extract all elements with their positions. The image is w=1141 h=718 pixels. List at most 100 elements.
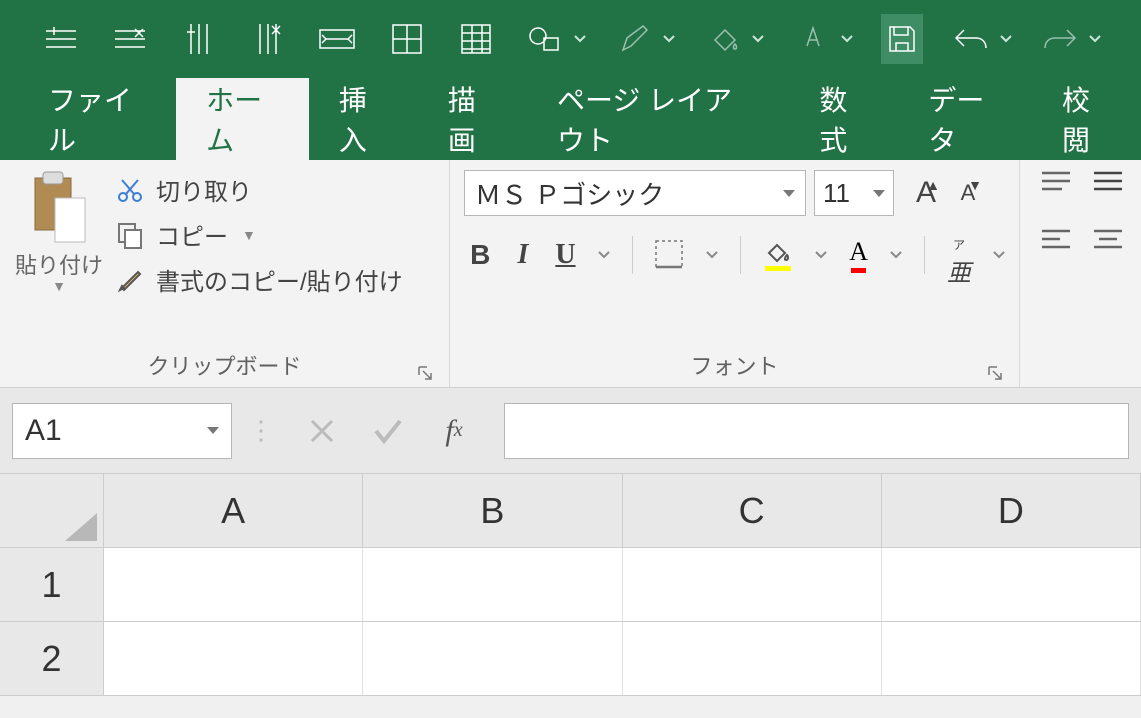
qat-autofit-icon[interactable] bbox=[317, 14, 358, 64]
cell-D2[interactable] bbox=[882, 622, 1141, 695]
separator bbox=[740, 236, 741, 274]
insert-function-button[interactable]: fx bbox=[436, 413, 472, 449]
bold-button[interactable]: B bbox=[470, 238, 491, 272]
cut-label: 切り取り bbox=[156, 172, 252, 207]
select-all-corner[interactable] bbox=[0, 474, 104, 547]
font-group-label: フォント bbox=[690, 349, 778, 381]
copy-button[interactable]: コピー ▼ bbox=[114, 217, 403, 252]
cell-A2[interactable] bbox=[104, 622, 363, 695]
font-size-select[interactable]: 11 bbox=[814, 170, 894, 216]
cell-B2[interactable] bbox=[363, 622, 622, 695]
format-painter-button[interactable]: 書式のコピー/貼り付け bbox=[114, 262, 403, 297]
copy-dropdown-icon[interactable]: ▼ bbox=[242, 227, 256, 243]
phonetic-dropdown-icon[interactable] bbox=[993, 251, 1005, 259]
cell-C2[interactable] bbox=[623, 622, 882, 695]
font-color-button[interactable]: A bbox=[849, 237, 868, 273]
qat-pen-dropdown-icon[interactable] bbox=[663, 35, 675, 43]
copy-icon bbox=[114, 219, 146, 251]
chevron-down-icon bbox=[207, 427, 219, 434]
align-top-button[interactable] bbox=[1040, 170, 1074, 200]
qat-shapes-dropdown-icon[interactable] bbox=[574, 35, 586, 43]
cell-C1[interactable] bbox=[623, 548, 882, 621]
qat-redo-dropdown-icon[interactable] bbox=[1089, 35, 1101, 43]
qat-borders-icon[interactable] bbox=[386, 14, 427, 64]
qat-insert-rows-icon[interactable] bbox=[40, 14, 81, 64]
formula-bar: A1 ⋮ fx bbox=[0, 388, 1141, 474]
clipboard-icon bbox=[29, 170, 89, 246]
qat-delete-rows-icon[interactable] bbox=[109, 14, 150, 64]
underline-button[interactable]: U bbox=[555, 238, 576, 272]
spreadsheet-grid: A B C D 1 2 bbox=[0, 474, 1141, 696]
paste-dropdown-icon[interactable]: ▼ bbox=[52, 278, 66, 294]
paintbrush-icon bbox=[114, 264, 146, 296]
chevron-down-icon bbox=[783, 190, 795, 197]
qat-bucket-icon[interactable] bbox=[703, 14, 744, 64]
qat-redo-icon[interactable] bbox=[1040, 14, 1081, 64]
grid-row: 1 bbox=[0, 548, 1141, 622]
separator bbox=[924, 236, 925, 274]
underline-dropdown-icon[interactable] bbox=[598, 251, 610, 259]
decrease-font-button[interactable]: A▼ bbox=[950, 175, 986, 211]
clipboard-group-label: クリップボード bbox=[147, 349, 301, 381]
col-header-C[interactable]: C bbox=[623, 474, 882, 547]
tab-review[interactable]: 校閲 bbox=[1032, 78, 1141, 160]
paste-label: 貼り付け bbox=[15, 248, 103, 280]
formula-input[interactable] bbox=[504, 403, 1129, 459]
tab-file[interactable]: ファイル bbox=[18, 78, 176, 160]
quick-access-toolbar bbox=[0, 0, 1141, 78]
column-headers: A B C D bbox=[0, 474, 1141, 548]
ribbon-tabs: ファイル ホーム 挿入 描画 ページ レイアウト 数式 データ 校閲 bbox=[0, 78, 1141, 160]
borders-button[interactable] bbox=[654, 239, 684, 271]
qat-save-icon[interactable] bbox=[881, 14, 922, 64]
alignment-group bbox=[1020, 160, 1140, 387]
name-box-value: A1 bbox=[25, 414, 62, 448]
clipboard-launcher-icon[interactable] bbox=[417, 361, 435, 379]
fontcolor-dropdown-icon[interactable] bbox=[890, 251, 902, 259]
qat-shapes-icon[interactable] bbox=[525, 14, 566, 64]
font-name-select[interactable]: ＭＳ Ｐゴシック bbox=[464, 170, 806, 216]
cell-D1[interactable] bbox=[882, 548, 1141, 621]
copy-label: コピー bbox=[156, 217, 228, 252]
tab-home[interactable]: ホーム bbox=[176, 78, 309, 160]
qat-insert-cols-icon[interactable] bbox=[178, 14, 219, 64]
separator bbox=[632, 236, 633, 274]
fill-color-button[interactable] bbox=[763, 239, 793, 271]
borders-dropdown-icon[interactable] bbox=[706, 251, 718, 259]
align-middle-button[interactable] bbox=[1092, 170, 1126, 200]
qat-undo-icon[interactable] bbox=[951, 14, 992, 64]
paste-button[interactable]: 貼り付け ▼ bbox=[14, 170, 104, 297]
tab-draw[interactable]: 描画 bbox=[418, 78, 527, 160]
qat-fontcolor-icon[interactable] bbox=[792, 14, 833, 64]
row-header-2[interactable]: 2 bbox=[0, 622, 104, 695]
col-header-D[interactable]: D bbox=[882, 474, 1141, 547]
cancel-formula-button[interactable] bbox=[304, 413, 340, 449]
row-header-1[interactable]: 1 bbox=[0, 548, 104, 621]
cell-B1[interactable] bbox=[363, 548, 622, 621]
cell-A1[interactable] bbox=[104, 548, 363, 621]
qat-table-icon[interactable] bbox=[455, 14, 496, 64]
qat-bucket-dropdown-icon[interactable] bbox=[752, 35, 764, 43]
col-header-A[interactable]: A bbox=[104, 474, 363, 547]
phonetic-guide-button[interactable]: ア亜 bbox=[947, 236, 971, 274]
qat-fontcolor-dropdown-icon[interactable] bbox=[841, 35, 853, 43]
col-header-B[interactable]: B bbox=[363, 474, 622, 547]
qat-undo-dropdown-icon[interactable] bbox=[1000, 35, 1012, 43]
italic-button[interactable]: I bbox=[513, 238, 534, 272]
enter-formula-button[interactable] bbox=[370, 413, 406, 449]
font-size-value: 11 bbox=[823, 178, 850, 209]
fill-dropdown-icon[interactable] bbox=[815, 251, 827, 259]
align-left-button[interactable] bbox=[1040, 228, 1074, 258]
qat-delete-cols-icon[interactable] bbox=[248, 14, 289, 64]
name-box[interactable]: A1 bbox=[12, 403, 232, 459]
font-launcher-icon[interactable] bbox=[987, 361, 1005, 379]
cut-button[interactable]: 切り取り bbox=[114, 172, 403, 207]
align-center-button[interactable] bbox=[1092, 228, 1126, 258]
font-group: ＭＳ Ｐゴシック 11 A▲ A▼ B I U bbox=[450, 160, 1020, 387]
tab-formulas[interactable]: 数式 bbox=[789, 78, 898, 160]
tab-insert[interactable]: 挿入 bbox=[309, 78, 418, 160]
increase-font-button[interactable]: A▲ bbox=[908, 175, 944, 211]
tab-data[interactable]: データ bbox=[898, 78, 1032, 160]
qat-pen-icon[interactable] bbox=[614, 14, 655, 64]
format-painter-label: 書式のコピー/貼り付け bbox=[156, 262, 403, 297]
tab-page-layout[interactable]: ページ レイアウト bbox=[527, 78, 789, 160]
